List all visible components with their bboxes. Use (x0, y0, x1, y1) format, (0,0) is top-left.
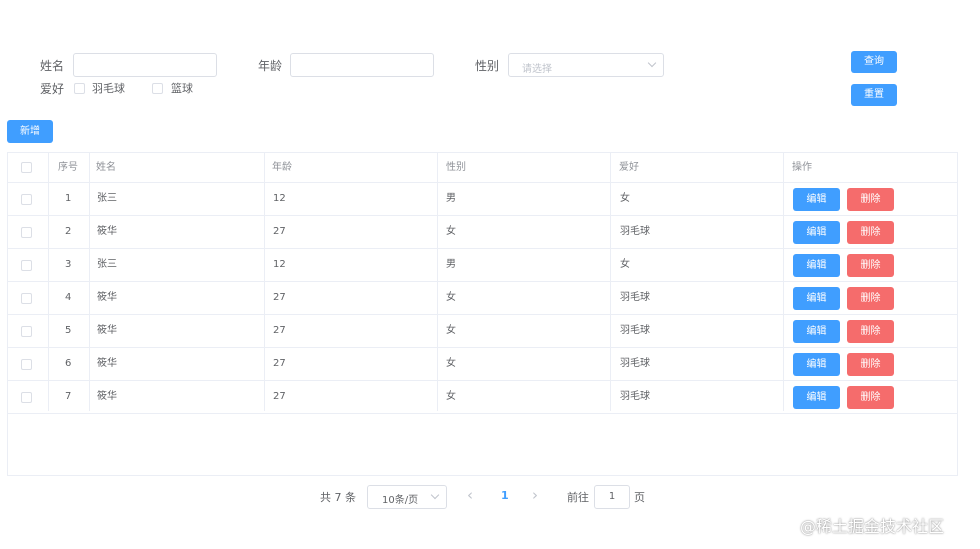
name-label: 姓名 (40, 59, 65, 73)
cell-name: 筱华 (97, 292, 117, 303)
cell-gender: 女 (446, 292, 456, 303)
row-checkbox[interactable] (21, 392, 32, 403)
cell-gender: 女 (446, 391, 456, 402)
delete-button[interactable]: 删除 (847, 320, 894, 343)
row-checkbox[interactable] (21, 194, 32, 205)
cell-hobby: 女 (620, 193, 630, 204)
chevron-down-icon (647, 58, 657, 68)
reset-button[interactable]: 重置 (851, 84, 897, 106)
cell-age: 27 (273, 226, 286, 237)
cell-index: 6 (65, 358, 72, 369)
cell-name: 张三 (97, 259, 117, 270)
delete-button[interactable]: 删除 (847, 287, 894, 310)
table-row: 4 筱华 27 女 羽毛球 编辑 删除 (8, 282, 957, 315)
age-label: 年龄 (258, 59, 283, 73)
hobby-badminton-checkbox[interactable] (74, 83, 85, 94)
age-input[interactable] (290, 53, 434, 77)
delete-button[interactable]: 删除 (847, 386, 894, 409)
page-unit-label: 页 (634, 491, 645, 504)
row-checkbox[interactable] (21, 293, 32, 304)
delete-button[interactable]: 删除 (847, 221, 894, 244)
cell-gender: 男 (446, 259, 456, 270)
page-size-value: 10条/页 (382, 495, 419, 506)
cell-gender: 女 (446, 226, 456, 237)
hobby-label: 爱好 (40, 82, 65, 96)
cell-hobby: 女 (620, 259, 630, 270)
name-input[interactable] (73, 53, 217, 77)
cell-hobby: 羽毛球 (620, 325, 650, 336)
query-button[interactable]: 查询 (851, 51, 897, 73)
cell-hobby: 羽毛球 (620, 226, 650, 237)
cell-hobby: 羽毛球 (620, 358, 650, 369)
cell-age: 27 (273, 391, 286, 402)
chevron-down-icon (430, 490, 440, 500)
gender-select-placeholder: 请选择 (522, 64, 552, 75)
goto-page-input[interactable]: 1 (594, 485, 630, 509)
edit-button[interactable]: 编辑 (793, 287, 840, 310)
cell-index: 5 (65, 325, 72, 336)
edit-button[interactable]: 编辑 (793, 188, 840, 211)
cell-index: 2 (65, 226, 72, 237)
cell-hobby: 羽毛球 (620, 391, 650, 402)
delete-button[interactable]: 删除 (847, 254, 894, 277)
table-row: 7 筱华 27 女 羽毛球 编辑 删除 (8, 381, 957, 414)
data-table: 序号 姓名 年龄 性别 爱好 操作 1 张三 12 男 女 编辑 删除 2 筱华… (7, 152, 958, 476)
cell-index: 1 (65, 193, 72, 204)
cell-gender: 男 (446, 193, 456, 204)
delete-button[interactable]: 删除 (847, 353, 894, 376)
select-all-checkbox[interactable] (21, 162, 32, 173)
header-hobby: 爱好 (619, 162, 639, 173)
table-row: 3 张三 12 男 女 编辑 删除 (8, 249, 957, 282)
next-page-icon[interactable]: › (532, 486, 538, 504)
edit-button[interactable]: 编辑 (793, 353, 840, 376)
header-gender: 性别 (446, 162, 466, 173)
cell-age: 27 (273, 292, 286, 303)
cell-age: 12 (273, 193, 286, 204)
row-checkbox[interactable] (21, 359, 32, 370)
hobby-basketball-checkbox[interactable] (152, 83, 163, 94)
row-checkbox[interactable] (21, 260, 32, 271)
table-row: 1 张三 12 男 女 编辑 删除 (8, 183, 957, 216)
page-size-select[interactable]: 10条/页 (367, 485, 447, 509)
page-number-current[interactable]: 1 (501, 489, 509, 502)
cell-index: 4 (65, 292, 72, 303)
add-button[interactable]: 新增 (7, 120, 53, 143)
table-header: 序号 姓名 年龄 性别 爱好 操作 (8, 153, 957, 183)
cell-age: 27 (273, 358, 286, 369)
edit-button[interactable]: 编辑 (793, 386, 840, 409)
edit-button[interactable]: 编辑 (793, 320, 840, 343)
edit-button[interactable]: 编辑 (793, 254, 840, 277)
row-checkbox[interactable] (21, 227, 32, 238)
delete-button[interactable]: 删除 (847, 188, 894, 211)
header-actions: 操作 (792, 162, 812, 173)
cell-name: 筱华 (97, 358, 117, 369)
gender-label: 性别 (475, 59, 500, 73)
cell-name: 筱华 (97, 226, 117, 237)
prev-page-icon[interactable]: ‹ (467, 486, 473, 504)
hobby-basketball-label: 篮球 (171, 82, 193, 95)
cell-name: 筱华 (97, 325, 117, 336)
cell-gender: 女 (446, 325, 456, 336)
edit-button[interactable]: 编辑 (793, 221, 840, 244)
cell-age: 12 (273, 259, 286, 270)
goto-label: 前往 (567, 491, 589, 504)
cell-name: 筱华 (97, 391, 117, 402)
row-checkbox[interactable] (21, 326, 32, 337)
header-index: 序号 (58, 162, 78, 173)
table-row: 2 筱华 27 女 羽毛球 编辑 删除 (8, 216, 957, 249)
header-age: 年龄 (272, 162, 292, 173)
cell-index: 7 (65, 391, 72, 402)
cell-name: 张三 (97, 193, 117, 204)
watermark-text: @稀土掘金技术社区 (800, 517, 945, 536)
cell-index: 3 (65, 259, 72, 270)
cell-gender: 女 (446, 358, 456, 369)
table-row: 5 筱华 27 女 羽毛球 编辑 删除 (8, 315, 957, 348)
gender-select[interactable]: 请选择 (508, 53, 664, 77)
pagination-total: 共 7 条 (320, 491, 356, 504)
table-row: 6 筱华 27 女 羽毛球 编辑 删除 (8, 348, 957, 381)
cell-age: 27 (273, 325, 286, 336)
cell-hobby: 羽毛球 (620, 292, 650, 303)
header-name: 姓名 (96, 162, 116, 173)
hobby-badminton-label: 羽毛球 (92, 82, 125, 95)
